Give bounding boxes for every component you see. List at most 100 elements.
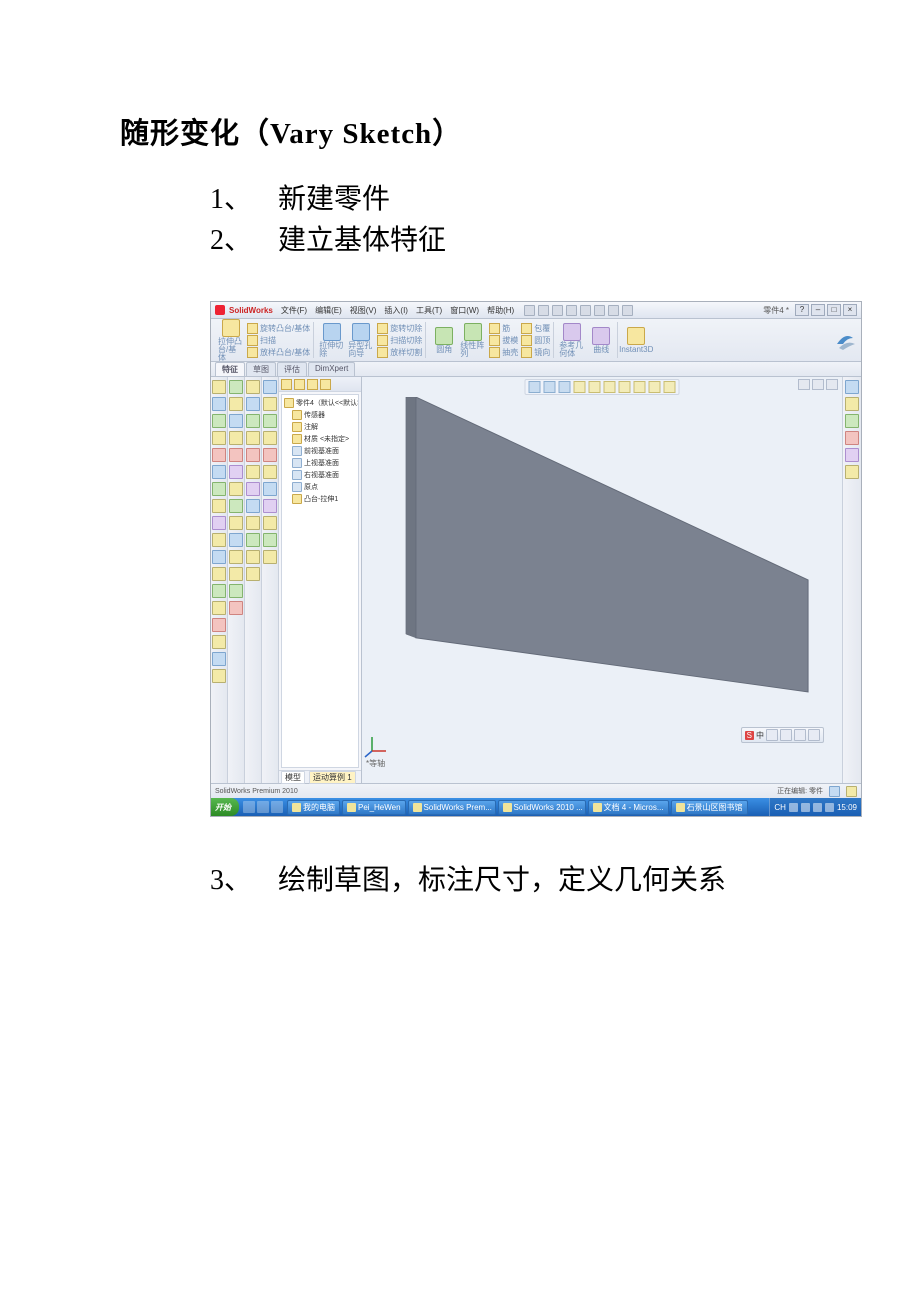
tool-icon[interactable]	[212, 550, 226, 564]
taskpane-design-library-icon[interactable]	[845, 397, 859, 411]
feature-tree[interactable]: 零件4（默认<<默认>_显示状态 传感器 注解 材质 <未指定> 前视基准面 上…	[281, 394, 359, 768]
fm-tab-icon[interactable]	[281, 379, 292, 390]
ime-icon[interactable]	[780, 729, 792, 741]
display-style-icon[interactable]	[604, 381, 616, 393]
tool-icon[interactable]	[246, 567, 260, 581]
tool-icon[interactable]	[263, 533, 277, 547]
tool-icon[interactable]	[246, 533, 260, 547]
tool-icon[interactable]	[212, 533, 226, 547]
tool-icon[interactable]	[263, 414, 277, 428]
tool-icon[interactable]	[246, 550, 260, 564]
tool-icon[interactable]	[212, 635, 226, 649]
taskpane-view-palette-icon[interactable]	[845, 431, 859, 445]
status-icon[interactable]	[829, 786, 840, 797]
qat-undo-icon[interactable]	[580, 305, 591, 316]
curves-button[interactable]: 曲线	[588, 327, 614, 354]
tree-root[interactable]: 零件4（默认<<默认>_显示状态	[284, 397, 356, 409]
fm-tab-motion[interactable]: 运动算例 1	[309, 771, 356, 784]
tool-icon[interactable]	[212, 618, 226, 632]
tool-icon[interactable]	[212, 482, 226, 496]
close-button[interactable]: ×	[843, 304, 857, 316]
help-button[interactable]: ?	[795, 304, 809, 316]
taskpane-appearances-icon[interactable]	[845, 448, 859, 462]
tree-node-origin[interactable]: 原点	[284, 481, 356, 493]
qat-redo-icon[interactable]	[594, 305, 605, 316]
tool-icon[interactable]	[212, 448, 226, 462]
draft-button[interactable]: 拔模	[489, 335, 518, 346]
tool-icon[interactable]	[212, 516, 226, 530]
fm-tab-icon[interactable]	[294, 379, 305, 390]
tree-node-right-plane[interactable]: 右视基准面	[284, 469, 356, 481]
menu-insert[interactable]: 插入(I)	[384, 305, 408, 316]
tool-icon[interactable]	[212, 465, 226, 479]
ime-icon[interactable]	[794, 729, 806, 741]
orientation-triad-icon[interactable]	[368, 733, 390, 755]
tool-icon[interactable]	[212, 601, 226, 615]
menu-window[interactable]: 窗口(W)	[450, 305, 479, 316]
tool-icon[interactable]	[229, 414, 243, 428]
qat-options-icon[interactable]	[608, 305, 619, 316]
menu-help[interactable]: 帮助(H)	[487, 305, 514, 316]
hole-wizard-button[interactable]: 异型孔向导	[348, 323, 374, 358]
tree-node-extrude[interactable]: 凸台-拉伸1	[284, 493, 356, 505]
tool-icon[interactable]	[229, 448, 243, 462]
fm-tab-model[interactable]: 模型	[281, 771, 305, 784]
tool-icon[interactable]	[212, 567, 226, 581]
prev-view-icon[interactable]	[559, 381, 571, 393]
tool-icon[interactable]	[229, 465, 243, 479]
tool-icon[interactable]	[229, 533, 243, 547]
minimize-button[interactable]: –	[811, 304, 825, 316]
tab-dimxpert[interactable]: DimXpert	[308, 362, 355, 376]
rib-button[interactable]: 筋	[489, 323, 518, 334]
ime-icon[interactable]	[766, 729, 778, 741]
taskbar-task[interactable]: 我的电脑	[287, 800, 340, 815]
tool-icon[interactable]	[212, 397, 226, 411]
tool-icon[interactable]	[246, 380, 260, 394]
doc-minimize-button[interactable]	[798, 379, 810, 390]
viewport[interactable]: *等轴 S 中	[362, 377, 842, 783]
ql-icon[interactable]	[243, 801, 255, 813]
tool-icon[interactable]	[246, 448, 260, 462]
section-view-icon[interactable]	[574, 381, 586, 393]
taskbar-task[interactable]: 石景山区图书馆	[671, 800, 748, 815]
taskbar-task[interactable]: SolidWorks 2010 ...	[498, 800, 586, 815]
tray-lang-label[interactable]: CH	[774, 803, 786, 812]
revolve-boss-button[interactable]: 旋转凸台/基体	[247, 323, 310, 334]
appearance-icon[interactable]	[634, 381, 646, 393]
ql-icon[interactable]	[257, 801, 269, 813]
tool-icon[interactable]	[212, 669, 226, 683]
wrap-button[interactable]: 包覆	[521, 323, 550, 334]
menu-tools[interactable]: 工具(T)	[416, 305, 442, 316]
fm-tab-icon[interactable]	[307, 379, 318, 390]
tool-icon[interactable]	[229, 431, 243, 445]
tree-node-front-plane[interactable]: 前视基准面	[284, 445, 356, 457]
qat-rebuild-icon[interactable]	[622, 305, 633, 316]
tool-icon[interactable]	[229, 380, 243, 394]
tool-icon[interactable]	[263, 448, 277, 462]
taskpane-file-explorer-icon[interactable]	[845, 414, 859, 428]
tool-icon[interactable]	[263, 499, 277, 513]
maximize-button[interactable]: □	[827, 304, 841, 316]
tool-icon[interactable]	[229, 550, 243, 564]
tool-icon[interactable]	[229, 499, 243, 513]
ql-icon[interactable]	[271, 801, 283, 813]
tab-evaluate[interactable]: 评估	[277, 362, 307, 376]
tool-icon[interactable]	[212, 652, 226, 666]
fm-tab-icon[interactable]	[320, 379, 331, 390]
tool-icon[interactable]	[246, 516, 260, 530]
ime-toolbar[interactable]: S 中	[741, 727, 824, 743]
taskbar-task[interactable]: Pei_HeWen	[342, 800, 406, 815]
tree-node-top-plane[interactable]: 上视基准面	[284, 457, 356, 469]
dome-button[interactable]: 圆顶	[521, 335, 550, 346]
tool-icon[interactable]	[246, 431, 260, 445]
extrude-cut-button[interactable]: 拉伸切除	[319, 323, 345, 358]
menu-view[interactable]: 视图(V)	[350, 305, 377, 316]
tool-icon[interactable]	[263, 431, 277, 445]
extrude-boss-button[interactable]: 拉伸凸台/基体	[218, 319, 244, 362]
view-settings-icon[interactable]	[664, 381, 676, 393]
tool-icon[interactable]	[263, 482, 277, 496]
shell-button[interactable]: 抽壳	[489, 347, 518, 358]
tray-clock[interactable]: 15:09	[837, 803, 857, 812]
tool-icon[interactable]	[229, 584, 243, 598]
loft-boss-button[interactable]: 放样凸台/基体	[247, 347, 310, 358]
